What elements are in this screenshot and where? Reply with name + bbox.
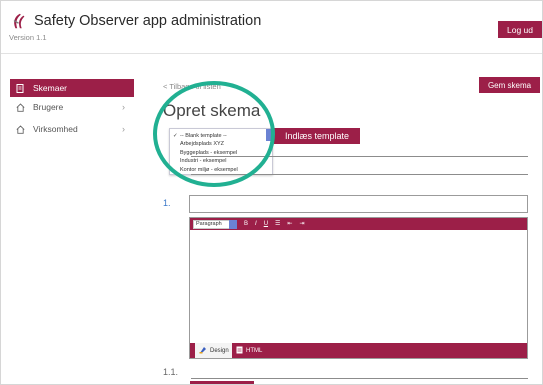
home-icon — [16, 124, 25, 134]
home-icon — [16, 102, 25, 112]
question-number: 1. — [163, 198, 171, 208]
logout-button[interactable]: Log ud — [498, 21, 542, 38]
sidebar-item-label: Virksomhed — [33, 124, 78, 134]
app-title: Safety Observer app administration — [34, 13, 262, 29]
sidebar-item-brugere[interactable]: Brugere › — [10, 98, 134, 116]
header-divider — [1, 53, 542, 54]
bold-button[interactable]: B — [244, 220, 248, 229]
add-button[interactable] — [190, 381, 254, 384]
sidebar-item-virksomhed[interactable]: Virksomhed › — [10, 120, 134, 138]
italic-button[interactable]: I — [255, 220, 257, 229]
sidebar-item-skemaer[interactable]: Skemaer — [10, 79, 134, 97]
tab-design[interactable]: Design — [195, 343, 232, 358]
bullet-list-icon[interactable]: ☰ — [275, 220, 280, 229]
rich-text-editor[interactable]: Paragraph B I U ☰ ⇤ ⇥ Design HTML — [189, 217, 528, 359]
sidebar-item-label: Brugere — [33, 102, 64, 112]
highlight-circle — [153, 81, 275, 187]
form-icon — [16, 83, 25, 93]
chevron-down-icon — [229, 219, 237, 229]
chevron-right-icon: › — [122, 124, 125, 134]
tab-html[interactable]: HTML — [234, 343, 272, 358]
import-template-button[interactable]: Indlæs template — [274, 128, 360, 144]
design-icon — [199, 346, 207, 356]
app-window: Safety Observer app administration Versi… — [0, 0, 543, 385]
underline-button[interactable]: U — [264, 220, 268, 229]
format-select[interactable]: Paragraph — [193, 219, 237, 229]
sub-question-number: 1.1. — [163, 367, 179, 377]
sub-question-field[interactable] — [191, 378, 528, 379]
outdent-icon[interactable]: ⇤ — [287, 220, 292, 229]
html-icon — [236, 346, 243, 356]
question-input[interactable] — [189, 195, 528, 213]
sidebar-item-label: Skemaer — [33, 83, 68, 93]
chevron-right-icon: › — [122, 102, 125, 112]
editor-toolbar: Paragraph B I U ☰ ⇤ ⇥ — [190, 218, 527, 230]
indent-icon[interactable]: ⇥ — [299, 220, 304, 229]
save-form-button[interactable]: Gem skema — [479, 77, 540, 93]
app-version: Version 1.1 — [9, 33, 47, 42]
logo-icon — [13, 13, 25, 29]
editor-mode-bar: Design HTML — [190, 343, 527, 358]
